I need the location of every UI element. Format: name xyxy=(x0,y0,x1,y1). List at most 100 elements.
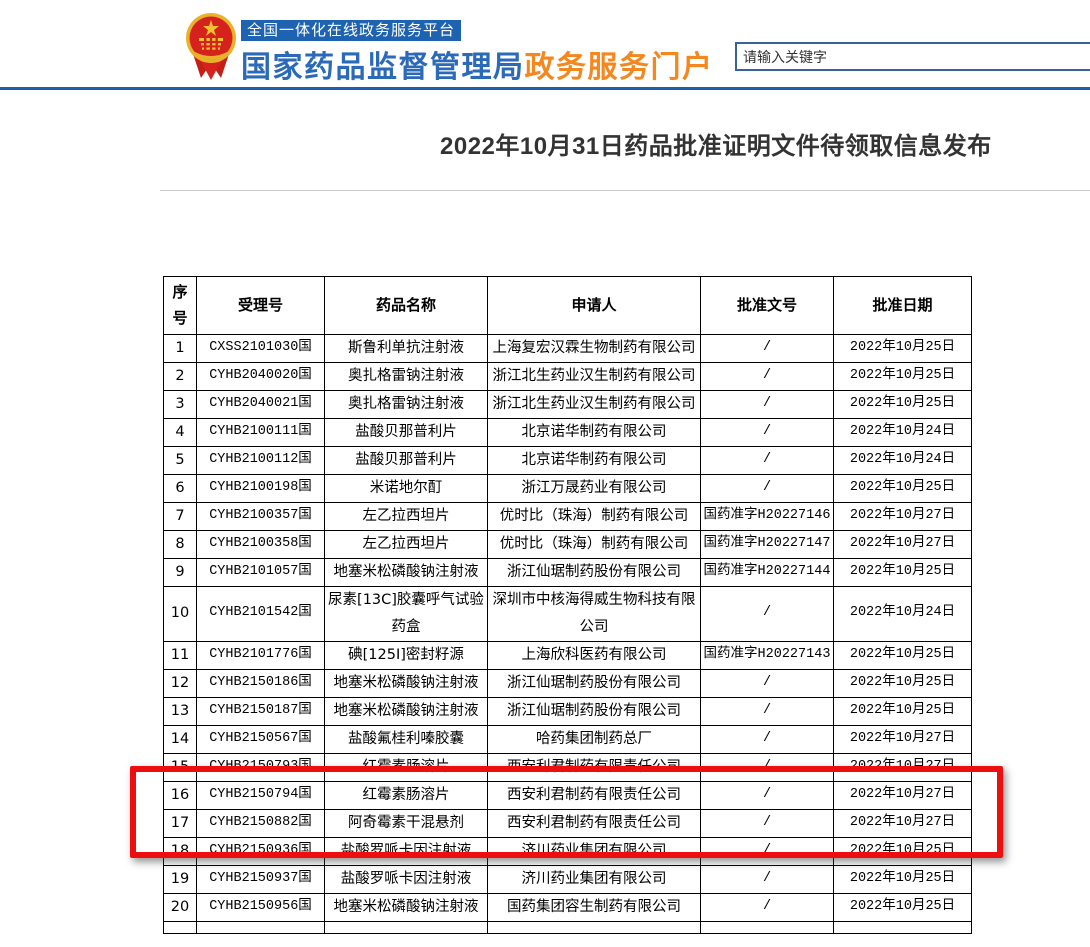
table-cell: 2022年10月25日 xyxy=(834,475,972,503)
table-cell: 盐酸罗哌卡因注射液 xyxy=(325,837,488,865)
table-cell: 国药准字H20227147 xyxy=(701,531,834,559)
table-cell: CYHB2150793国 xyxy=(197,753,325,781)
table-cell: 浙江仙琚制药股份有限公司 xyxy=(488,669,701,697)
table-row: 13CYHB2150187国地塞米松磷酸钠注射液浙江仙琚制药股份有限公司/202… xyxy=(164,697,972,725)
table-cell: 盐酸贝那普利片 xyxy=(325,419,488,447)
table-cell: 2022年10月25日 xyxy=(834,391,972,419)
table-cell xyxy=(488,921,701,933)
table-cell: / xyxy=(701,587,834,642)
table-row: 6CYHB2100198国米诺地尔酊浙江万晟药业有限公司/2022年10月25日 xyxy=(164,475,972,503)
table-cell: 上海复宏汉霖生物制药有限公司 xyxy=(488,335,701,363)
table-cell: 深圳市中核海得威生物科技有限公司 xyxy=(488,587,701,642)
table-row: 17CYHB2150882国阿奇霉素干混悬剂西安利君制药有限责任公司/2022年… xyxy=(164,809,972,837)
table-row: 18CYHB2150936国盐酸罗哌卡因注射液济川药业集团有限公司/2022年1… xyxy=(164,837,972,865)
table-body: 1CXSS2101030国斯鲁利单抗注射液上海复宏汉霖生物制药有限公司/2022… xyxy=(164,335,972,934)
table-cell: 17 xyxy=(164,809,197,837)
table-cell: / xyxy=(701,753,834,781)
table-cell: 地塞米松磷酸钠注射液 xyxy=(325,669,488,697)
table-cell: CYHB2150956国 xyxy=(197,893,325,921)
table-cell: 上海欣科医药有限公司 xyxy=(488,641,701,669)
table-cell: 2022年10月24日 xyxy=(834,419,972,447)
table-cell xyxy=(197,921,325,933)
table-row: 8CYHB2100358国左乙拉西坦片优时比（珠海）制药有限公司国药准字H202… xyxy=(164,531,972,559)
table-cell: CYHB2150936国 xyxy=(197,837,325,865)
table-cell: 国药集团容生制药有限公司 xyxy=(488,893,701,921)
search-input[interactable] xyxy=(735,42,1090,71)
page-title: 2022年10月31日药品批准证明文件待领取信息发布 xyxy=(440,126,992,161)
table-cell: 浙江仙琚制药股份有限公司 xyxy=(488,559,701,587)
table-cell: 2022年10月25日 xyxy=(834,335,972,363)
table-cell: / xyxy=(701,865,834,893)
table-row: 7CYHB2100357国左乙拉西坦片优时比（珠海）制药有限公司国药准字H202… xyxy=(164,503,972,531)
col-header-seq: 序号 xyxy=(164,277,197,335)
table-row-partial xyxy=(164,921,972,933)
table-cell xyxy=(701,921,834,933)
table-cell xyxy=(834,921,972,933)
table-cell: 米诺地尔酊 xyxy=(325,475,488,503)
table-cell: / xyxy=(701,809,834,837)
site-header: 全国一体化在线政务服务平台 国家药品监督管理局政务服务门户 xyxy=(0,0,1090,87)
table-cell: 红霉素肠溶片 xyxy=(325,781,488,809)
table-cell: 地塞米松磷酸钠注射液 xyxy=(325,559,488,587)
table-cell: CYHB2100112国 xyxy=(197,447,325,475)
table-cell: / xyxy=(701,893,834,921)
table-row: 5CYHB2100112国盐酸贝那普利片北京诺华制药有限公司/2022年10月2… xyxy=(164,447,972,475)
table-row: 4CYHB2100111国盐酸贝那普利片北京诺华制药有限公司/2022年10月2… xyxy=(164,419,972,447)
table-cell: / xyxy=(701,363,834,391)
national-emblem-icon xyxy=(185,8,237,82)
table-row: 12CYHB2150186国地塞米松磷酸钠注射液浙江仙琚制药股份有限公司/202… xyxy=(164,669,972,697)
table-row: 15CYHB2150793国红霉素肠溶片西安利君制药有限责任公司/2022年10… xyxy=(164,753,972,781)
table-row: 20CYHB2150956国地塞米松磷酸钠注射液国药集团容生制药有限公司/202… xyxy=(164,893,972,921)
table-cell: 19 xyxy=(164,865,197,893)
table-row: 2CYHB2040020国奥扎格雷钠注射液浙江北生药业汉生制药有限公司/2022… xyxy=(164,363,972,391)
table-cell: CYHB2100198国 xyxy=(197,475,325,503)
table-cell: 18 xyxy=(164,837,197,865)
table-cell: 浙江万晟药业有限公司 xyxy=(488,475,701,503)
table-cell: 斯鲁利单抗注射液 xyxy=(325,335,488,363)
table-cell: 14 xyxy=(164,725,197,753)
table-cell xyxy=(325,921,488,933)
table-cell: 8 xyxy=(164,531,197,559)
table-cell: 地塞米松磷酸钠注射液 xyxy=(325,697,488,725)
table-cell: / xyxy=(701,475,834,503)
table-cell: 地塞米松磷酸钠注射液 xyxy=(325,893,488,921)
table-cell: 5 xyxy=(164,447,197,475)
table-cell: 西安利君制药有限责任公司 xyxy=(488,781,701,809)
table-cell: CYHB2100357国 xyxy=(197,503,325,531)
table-cell: / xyxy=(701,781,834,809)
table-cell: 北京诺华制药有限公司 xyxy=(488,419,701,447)
table-cell: 2022年10月24日 xyxy=(834,447,972,475)
table-cell: 2022年10月27日 xyxy=(834,531,972,559)
table-cell: CYHB2101542国 xyxy=(197,587,325,642)
table-cell: 西安利君制药有限责任公司 xyxy=(488,753,701,781)
table-cell: 13 xyxy=(164,697,197,725)
col-header-drug-name: 药品名称 xyxy=(325,277,488,335)
table-cell: 1 xyxy=(164,335,197,363)
table-cell: 2022年10月27日 xyxy=(834,503,972,531)
table-cell: 碘[125I]密封籽源 xyxy=(325,641,488,669)
table-cell: 国药准字H20227146 xyxy=(701,503,834,531)
table-cell: / xyxy=(701,447,834,475)
table-cell: 2022年10月27日 xyxy=(834,809,972,837)
page: 全国一体化在线政务服务平台 国家药品监督管理局政务服务门户 2022年10月31… xyxy=(0,0,1090,947)
table-cell: 西安利君制药有限责任公司 xyxy=(488,809,701,837)
table-row: 16CYHB2150794国红霉素肠溶片西安利君制药有限责任公司/2022年10… xyxy=(164,781,972,809)
table-cell: CYHB2150794国 xyxy=(197,781,325,809)
table-cell: 盐酸贝那普利片 xyxy=(325,447,488,475)
table-cell: 3 xyxy=(164,391,197,419)
table-cell: 16 xyxy=(164,781,197,809)
table-cell: 左乙拉西坦片 xyxy=(325,503,488,531)
table-cell: CYHB2101776国 xyxy=(197,641,325,669)
col-header-acceptance-no: 受理号 xyxy=(197,277,325,335)
table-cell: / xyxy=(701,669,834,697)
table-cell: 北京诺华制药有限公司 xyxy=(488,447,701,475)
logo-text: 全国一体化在线政务服务平台 国家药品监督管理局政务服务门户 xyxy=(241,20,714,86)
table-cell: 2022年10月27日 xyxy=(834,753,972,781)
table-row: 11CYHB2101776国碘[125I]密封籽源上海欣科医药有限公司国药准字H… xyxy=(164,641,972,669)
col-header-approval-no: 批准文号 xyxy=(701,277,834,335)
header-divider xyxy=(0,87,1090,90)
table-cell: CYHB2040021国 xyxy=(197,391,325,419)
table-cell: 7 xyxy=(164,503,197,531)
table-cell: CYHB2101057国 xyxy=(197,559,325,587)
table-cell: 2022年10月25日 xyxy=(834,837,972,865)
